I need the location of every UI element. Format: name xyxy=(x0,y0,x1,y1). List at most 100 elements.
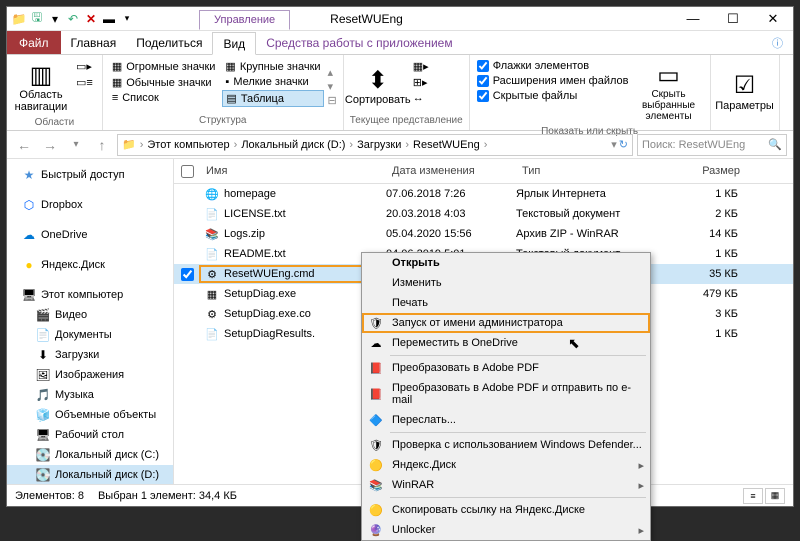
details-view-button[interactable]: ≡ xyxy=(743,488,763,504)
address-bar[interactable]: 📁 › Этот компьютер › Локальный диск (D:)… xyxy=(117,134,633,156)
expand-icon[interactable]: ⊟ xyxy=(328,94,337,107)
view-tab[interactable]: Вид xyxy=(212,32,256,55)
ctx-item-label: Переместить в OneDrive xyxy=(392,337,518,349)
ctx-item-icon: 🟡 xyxy=(368,457,384,473)
save-icon[interactable]: 🖫 xyxy=(29,11,45,27)
scroll-down-icon[interactable]: ▾ xyxy=(328,80,337,93)
nav-panel-button[interactable]: ▥ Область навигации xyxy=(13,59,69,115)
ctx-item[interactable]: 🛡Запуск от имени администратора xyxy=(362,313,650,333)
sidebar-yandex[interactable]: ●Яндекс.Диск xyxy=(7,255,173,275)
large-icons-option[interactable]: ▦Крупные значки xyxy=(222,59,323,74)
sidebar-downloads[interactable]: ⬇Загрузки xyxy=(7,345,173,365)
file-name: SetupDiag.exe.co xyxy=(224,308,311,320)
sidebar-music[interactable]: 🎵Музыка xyxy=(7,385,173,405)
file-name: README.txt xyxy=(224,248,286,260)
address-dropdown[interactable]: ▾ xyxy=(611,138,617,151)
context-menu: Открыть Изменить Печать🛡Запуск от имени ад… xyxy=(361,252,651,541)
dropdown-icon[interactable]: ▾ xyxy=(119,11,135,27)
ctx-item[interactable]: ☁Переместить в OneDrive xyxy=(362,333,650,353)
file-row[interactable]: 📚Logs.zip05.04.2020 15:56Архив ZIP - Win… xyxy=(174,224,793,244)
sidebar-dropbox[interactable]: ⬡Dropbox xyxy=(7,195,173,215)
sidebar-disk-d[interactable]: 💽Локальный диск (D:) xyxy=(7,465,173,484)
management-tab[interactable]: Управление xyxy=(199,10,290,30)
history-dropdown[interactable]: ▾ xyxy=(65,134,87,156)
back-button[interactable]: ← xyxy=(13,134,35,156)
file-row[interactable]: 📄LICENSE.txt20.03.2018 4:03Текстовый док… xyxy=(174,204,793,224)
col-type[interactable]: Тип xyxy=(516,163,656,179)
ctx-item[interactable]: 🛡Проверка с использованием Windows Defen… xyxy=(362,435,650,455)
forward-button[interactable]: → xyxy=(39,134,61,156)
search-box[interactable]: Поиск: ResetWUEng 🔍 xyxy=(637,134,787,156)
file-tab[interactable]: Файл xyxy=(7,31,61,54)
small-icons-option[interactable]: ▪Мелкие значки xyxy=(222,75,323,89)
crumb-downloads[interactable]: Загрузки xyxy=(357,139,401,151)
ctx-item-label: Изменить xyxy=(392,277,442,289)
list-option[interactable]: ≡Список xyxy=(109,91,219,105)
ctx-item[interactable]: 📕Преобразовать в Adobe PDF и отправить п… xyxy=(362,378,650,410)
app-tools-tab[interactable]: Средства работы с приложением xyxy=(256,31,462,54)
sort-button[interactable]: ⬍ Сортировать xyxy=(350,59,406,113)
file-row[interactable]: 🌐homepage07.06.2018 7:26Ярлык Интернета1… xyxy=(174,184,793,204)
help-icon[interactable]: ⓘ xyxy=(762,31,793,54)
ctx-item[interactable]: 🔮Unlocker▸ xyxy=(362,520,650,540)
size-columns-button[interactable]: ↔ xyxy=(410,91,432,105)
preview-pane-button[interactable]: ▭▸ xyxy=(73,59,96,74)
share-tab[interactable]: Поделиться xyxy=(126,31,212,54)
close-red-icon[interactable]: ✕ xyxy=(83,11,99,27)
nav-panel-icon: ▥ xyxy=(30,61,53,89)
up-button[interactable]: ↑ xyxy=(91,134,113,156)
close-button[interactable]: ✕ xyxy=(753,7,793,31)
ctx-item[interactable]: Печать xyxy=(362,293,650,313)
crumb-folder[interactable]: ResetWUEng xyxy=(413,139,480,151)
select-all-checkbox[interactable] xyxy=(181,165,194,178)
undo-icon[interactable]: ↶ xyxy=(65,11,81,27)
huge-icons-option[interactable]: ▦Огромные значки xyxy=(109,59,219,74)
sidebar-3d-objects[interactable]: 🧊Объемные объекты xyxy=(7,405,173,425)
group-by-button[interactable]: ▦▸ xyxy=(410,59,432,74)
sidebar-this-pc[interactable]: 🖥Этот компьютер xyxy=(7,285,173,305)
regular-icons-option[interactable]: ▦Обычные значки xyxy=(109,75,219,90)
window-title: ResetWUEng xyxy=(330,12,403,26)
ctx-item[interactable]: 🟡Яндекс.Диск▸ xyxy=(362,455,650,475)
folder-icon[interactable]: 📁 xyxy=(11,11,27,27)
scroll-up-icon[interactable]: ▴ xyxy=(328,66,337,79)
icons-view-button[interactable]: ▦ xyxy=(765,488,785,504)
caret-down-icon[interactable]: ▾ xyxy=(47,11,63,27)
col-name[interactable]: Имя xyxy=(200,163,386,179)
sidebar-disk-c[interactable]: 💽Локальный диск (C:) xyxy=(7,445,173,465)
col-size[interactable]: Размер xyxy=(656,163,746,179)
hide-selected-button[interactable]: ▭ Скрыть выбранные элементы xyxy=(634,59,704,124)
file-size: 1 КБ xyxy=(656,248,746,260)
sidebar-videos[interactable]: 🎬Видео xyxy=(7,305,173,325)
sidebar-documents[interactable]: 📄Документы xyxy=(7,325,173,345)
minimize-quick-icon[interactable]: ▬ xyxy=(101,11,117,27)
refresh-button[interactable]: ↻ xyxy=(619,138,628,151)
sidebar-pictures[interactable]: 🖼Изображения xyxy=(7,365,173,385)
table-option[interactable]: ▤Таблица xyxy=(222,90,323,107)
home-tab[interactable]: Главная xyxy=(61,31,127,54)
column-headers: Имя Дата изменения Тип Размер xyxy=(174,159,793,184)
minimize-button[interactable]: — xyxy=(673,7,713,31)
ctx-item-label: Проверка с использованием Windows Defend… xyxy=(392,439,642,451)
file-name: SetupDiag.exe xyxy=(224,288,296,300)
options-button[interactable]: ☑ Параметры xyxy=(717,59,773,124)
details-pane-button[interactable]: ▭≡ xyxy=(73,75,96,90)
crumb-disk[interactable]: Локальный диск (D:) xyxy=(241,139,345,151)
sidebar-onedrive[interactable]: ☁OneDrive xyxy=(7,225,173,245)
add-columns-button[interactable]: ⊞▸ xyxy=(410,75,432,90)
ctx-item[interactable]: Изменить xyxy=(362,273,650,293)
ctx-item[interactable]: 📕Преобразовать в Adobe PDF xyxy=(362,358,650,378)
maximize-button[interactable]: ☐ xyxy=(713,7,753,31)
file-ext-checkbox[interactable]: Расширения имен файлов xyxy=(476,74,630,88)
crumb-this-pc[interactable]: Этот компьютер xyxy=(147,139,229,151)
sidebar-quick-access[interactable]: ★Быстрый доступ xyxy=(7,165,173,185)
file-checkbox[interactable] xyxy=(181,268,194,281)
ctx-item[interactable]: 🔷Переслать... xyxy=(362,410,650,430)
item-flags-checkbox[interactable]: Флажки элементов xyxy=(476,59,630,73)
col-date[interactable]: Дата изменения xyxy=(386,163,516,179)
ctx-item[interactable]: 📚WinRAR▸ xyxy=(362,475,650,495)
sidebar-desktop[interactable]: 🖥Рабочий стол xyxy=(7,425,173,445)
ctx-item[interactable]: 🟡Скопировать ссылку на Яндекс.Диске xyxy=(362,500,650,520)
hidden-files-checkbox[interactable]: Скрытые файлы xyxy=(476,89,630,103)
ctx-item[interactable]: Открыть xyxy=(362,253,650,273)
